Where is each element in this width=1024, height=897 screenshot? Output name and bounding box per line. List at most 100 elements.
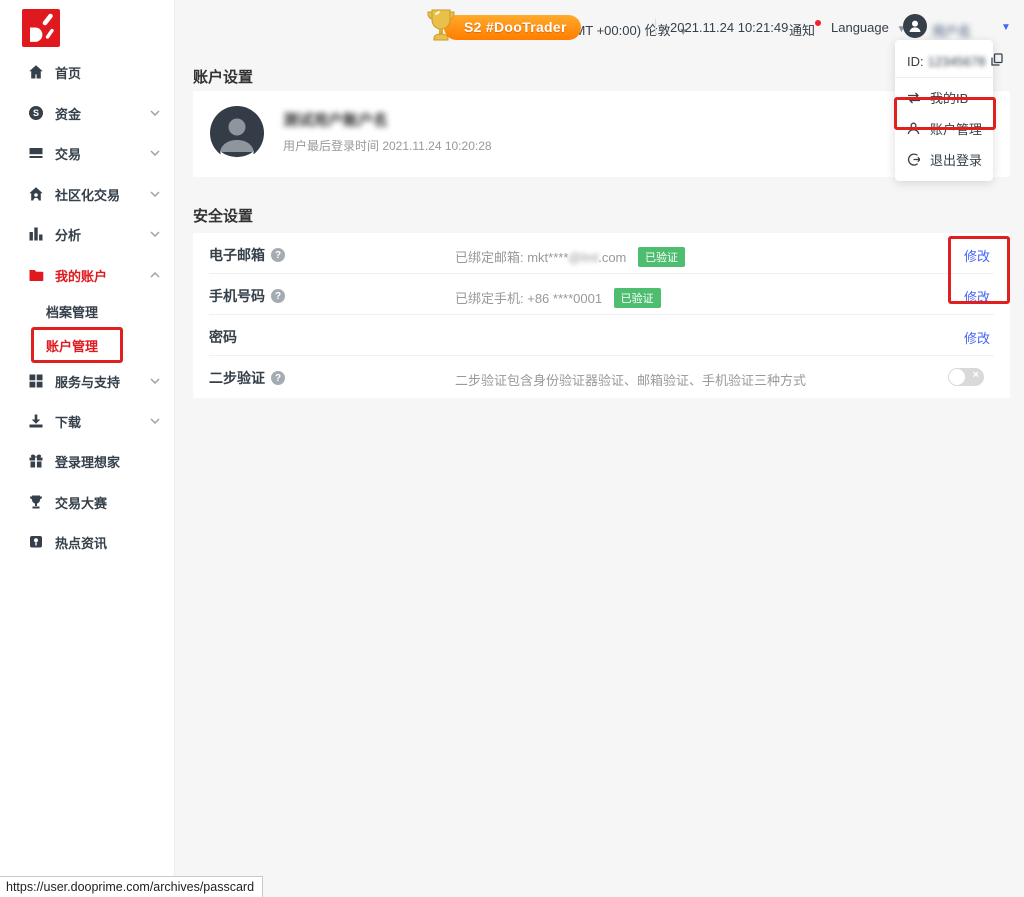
trophy-icon xyxy=(424,8,458,51)
phone-value: 已绑定手机: +86 ****0001 已验证 xyxy=(455,288,661,309)
copy-icon[interactable] xyxy=(991,53,1003,69)
phone-modify-link[interactable]: 修改 xyxy=(964,287,990,306)
user-avatar xyxy=(210,106,264,165)
last-login-text: 用户最后登录时间 2021.11.24 10:20:28 xyxy=(283,137,492,154)
sidebar-item-trading[interactable]: 交易 xyxy=(28,138,168,168)
sidebar-item-label: 交易大赛 xyxy=(55,493,107,512)
page: 首页 S 资金 交易 社区化交易 分析 我的账户 档案管理 xyxy=(0,0,1024,897)
account-settings-title: 账户设置 xyxy=(193,66,253,87)
menu-item-label: 退出登录 xyxy=(930,150,982,169)
sidebar-item-archives[interactable]: 档案管理 xyxy=(46,296,186,326)
profile-username: 测试用户账户名 xyxy=(283,109,388,130)
sidebar-item-hot-news[interactable]: 热点资讯 xyxy=(28,527,168,557)
header-divider xyxy=(655,19,656,35)
sidebar-item-analysis[interactable]: 分析 xyxy=(28,219,168,249)
menu-item-label: 账户管理 xyxy=(930,119,982,138)
language-selector[interactable]: Language ▼ xyxy=(831,20,906,35)
phone-label: 手机号码 ? xyxy=(209,286,285,306)
header-username[interactable]: 用户名 xyxy=(932,21,971,40)
user-id-value: 12345678 xyxy=(928,54,986,69)
sidebar-item-label: 热点资讯 xyxy=(55,533,107,552)
chevron-down-icon xyxy=(150,191,160,197)
menu-item-logout[interactable]: 退出登录 xyxy=(895,144,993,175)
home-icon xyxy=(28,64,44,80)
link-status-bar: https://user.dooprime.com/archives/passc… xyxy=(0,876,263,897)
sidebar-item-label: 服务与支持 xyxy=(55,372,120,391)
user-dropdown-menu: ID: 12345678 我的IB 账户管理 退出登录 xyxy=(895,40,993,181)
notifications-button[interactable]: 通知 xyxy=(789,20,815,39)
sidebar-item-label: 首页 xyxy=(55,63,81,82)
menu-item-my-ib[interactable]: 我的IB xyxy=(895,82,993,113)
sidebar-item-label: 档案管理 xyxy=(46,302,98,321)
sidebar-item-social-trading[interactable]: 社区化交易 xyxy=(28,179,168,209)
sidebar-item-label: 资金 xyxy=(55,104,81,123)
sidebar-item-label: 交易 xyxy=(55,144,81,163)
toggle-off-x: × xyxy=(973,369,979,381)
trading-icon xyxy=(28,145,44,161)
sidebar-item-label: 分析 xyxy=(55,225,81,244)
two-step-label: 二步验证 ? xyxy=(209,368,285,388)
user-id-row: ID: 12345678 xyxy=(895,46,993,77)
svg-text:S: S xyxy=(33,108,39,118)
security-settings-card: 电子邮箱 ? 已绑定邮箱: mkt****@lml.com 已验证 修改 手机号… xyxy=(193,233,1010,398)
sidebar-item-funds[interactable]: S 资金 xyxy=(28,98,168,128)
sidebar-item-label: 登录理想家 xyxy=(55,452,120,471)
menu-divider xyxy=(895,77,993,78)
email-modify-link[interactable]: 修改 xyxy=(964,246,990,265)
sidebar-item-account-management[interactable]: 账户管理 xyxy=(46,330,186,360)
season-badge: S2 #DooTrader xyxy=(444,15,581,40)
sidebar-item-label: 社区化交易 xyxy=(55,185,120,204)
gift-icon xyxy=(28,453,44,469)
header-avatar[interactable] xyxy=(903,14,927,38)
toggle-knob xyxy=(949,369,965,385)
funds-icon: S xyxy=(28,105,44,121)
dooprime-logo-icon[interactable] xyxy=(22,9,60,52)
security-row-password: 密码 修改 xyxy=(193,315,1010,356)
chevron-down-icon xyxy=(150,231,160,237)
sidebar-item-label: 我的账户 xyxy=(55,266,107,285)
menu-item-label: 我的IB xyxy=(930,88,968,107)
season-badge-label: S2 #DooTrader xyxy=(464,19,567,35)
help-icon[interactable]: ? xyxy=(271,289,285,303)
logout-icon xyxy=(907,153,922,166)
sidebar-item-home[interactable]: 首页 xyxy=(28,57,168,87)
folder-icon xyxy=(28,267,44,283)
help-icon[interactable]: ? xyxy=(271,371,285,385)
person-icon xyxy=(907,122,922,135)
email-label: 电子邮箱 ? xyxy=(209,245,285,265)
menu-item-account-management[interactable]: 账户管理 xyxy=(895,113,993,144)
datetime-label: 2021.11.24 10:21:49 xyxy=(670,20,788,35)
verified-badge: 已验证 xyxy=(638,247,685,267)
security-row-phone: 手机号码 ? 已绑定手机: +86 ****0001 已验证 修改 xyxy=(193,274,1010,315)
chevron-down-icon xyxy=(150,110,160,116)
sidebar-item-trading-contest[interactable]: 交易大赛 xyxy=(28,487,168,517)
chevron-down-icon xyxy=(150,378,160,384)
two-step-toggle[interactable]: × xyxy=(948,368,984,386)
sidebar-item-download[interactable]: 下载 xyxy=(28,406,168,436)
trophy-icon xyxy=(28,494,44,510)
two-step-description: 二步验证包含身份验证器验证、邮箱验证、手机验证三种方式 xyxy=(455,370,806,389)
user-menu-caret-icon[interactable]: ▼ xyxy=(1001,22,1011,33)
download-icon xyxy=(28,413,44,429)
sidebar-item-support[interactable]: 服务与支持 xyxy=(28,366,168,396)
password-modify-link[interactable]: 修改 xyxy=(964,328,990,347)
grid-icon xyxy=(28,373,44,389)
header-datetime: 2021.11.24 10:21:49 xyxy=(670,20,788,35)
password-label: 密码 xyxy=(209,327,237,347)
notification-dot xyxy=(815,20,821,26)
sidebar-item-label: 下载 xyxy=(55,412,81,431)
bar-chart-icon xyxy=(28,226,44,242)
help-icon[interactable]: ? xyxy=(271,248,285,262)
sidebar-item-rewards[interactable]: 登录理想家 xyxy=(28,446,168,476)
sidebar-item-label: 账户管理 xyxy=(46,336,98,355)
security-settings-title: 安全设置 xyxy=(193,205,253,226)
news-pin-icon xyxy=(28,534,44,550)
language-label: Language xyxy=(831,20,889,35)
verified-badge: 已验证 xyxy=(614,288,661,308)
email-value: 已绑定邮箱: mkt****@lml.com 已验证 xyxy=(455,247,685,268)
community-icon xyxy=(28,186,44,202)
security-row-2fa: 二步验证 ? 二步验证包含身份验证器验证、邮箱验证、手机验证三种方式 × xyxy=(193,356,1010,397)
chevron-down-icon xyxy=(150,150,160,156)
sidebar-item-my-account[interactable]: 我的账户 xyxy=(28,260,168,290)
swap-icon xyxy=(907,92,922,104)
